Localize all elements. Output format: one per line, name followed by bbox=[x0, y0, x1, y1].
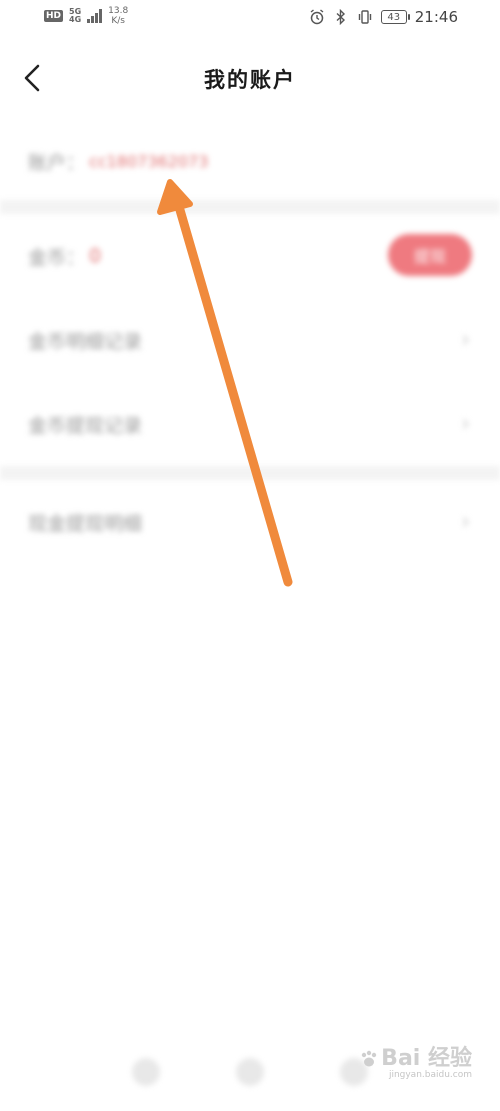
signal-strength-icon bbox=[87, 9, 103, 23]
network-speed: 13.8 K/s bbox=[108, 6, 128, 26]
watermark-text: Bai 经验 bbox=[381, 1046, 472, 1071]
withdraw-button[interactable]: 提现 bbox=[388, 234, 472, 276]
menu-item-cash-withdraw-details[interactable]: 现金提现明细 › bbox=[0, 480, 500, 564]
network-type: 5G 4G bbox=[69, 8, 81, 24]
watermark-main: Bai 经验 bbox=[359, 1048, 472, 1070]
account-label: 账户： bbox=[28, 151, 86, 174]
watermark-url: jingyan.baidu.com bbox=[388, 1070, 472, 1080]
nav-icon-back[interactable] bbox=[132, 1058, 160, 1086]
status-left: HD 5G 4G 13.8 K/s bbox=[44, 6, 128, 26]
bluetooth-icon bbox=[336, 9, 345, 25]
chevron-right-icon: › bbox=[461, 509, 470, 535]
content: 账户： cc1807362073 金币： 0 提现 金币明细记录 › 金币提现记… bbox=[0, 122, 500, 564]
status-right: 43 21:46 bbox=[309, 8, 458, 26]
menu-item-label: 金币提现记录 bbox=[28, 414, 143, 437]
hd-badge: HD bbox=[44, 10, 64, 22]
paw-logo-icon bbox=[361, 1050, 377, 1067]
coins-label: 金币： bbox=[28, 246, 86, 269]
network-speed-unit: K/s bbox=[111, 16, 125, 26]
chevron-right-icon: › bbox=[461, 411, 470, 437]
coins-value: 0 bbox=[89, 245, 102, 267]
section-divider bbox=[0, 466, 500, 480]
status-bar: HD 5G 4G 13.8 K/s 43 21:46 bbox=[0, 0, 500, 36]
menu-item-label: 现金提现明细 bbox=[28, 512, 143, 535]
chevron-right-icon: › bbox=[461, 327, 470, 353]
menu-item-coin-details[interactable]: 金币明细记录 › bbox=[0, 298, 500, 382]
network-speed-value: 13.8 bbox=[108, 6, 129, 16]
nav-icon-home[interactable] bbox=[236, 1058, 264, 1086]
network-type-bottom: 4G bbox=[69, 15, 82, 24]
account-value: cc1807362073 bbox=[89, 151, 209, 171]
menu-item-label: 金币明细记录 bbox=[28, 330, 143, 353]
header: 我的账户 bbox=[0, 36, 500, 122]
clock: 21:46 bbox=[414, 8, 458, 26]
menu-item-coin-withdraw-records[interactable]: 金币提现记录 › bbox=[0, 382, 500, 466]
watermark: Bai 经验 jingyan.baidu.com bbox=[359, 1048, 472, 1081]
coins-row: 金币： 0 提现 bbox=[0, 214, 500, 298]
account-row: 账户： cc1807362073 bbox=[0, 122, 500, 200]
section-divider bbox=[0, 200, 500, 214]
page-title: 我的账户 bbox=[204, 68, 296, 92]
alarm-icon bbox=[310, 9, 324, 25]
vibrate-icon bbox=[358, 10, 371, 24]
battery-icon: 43 bbox=[380, 10, 410, 24]
